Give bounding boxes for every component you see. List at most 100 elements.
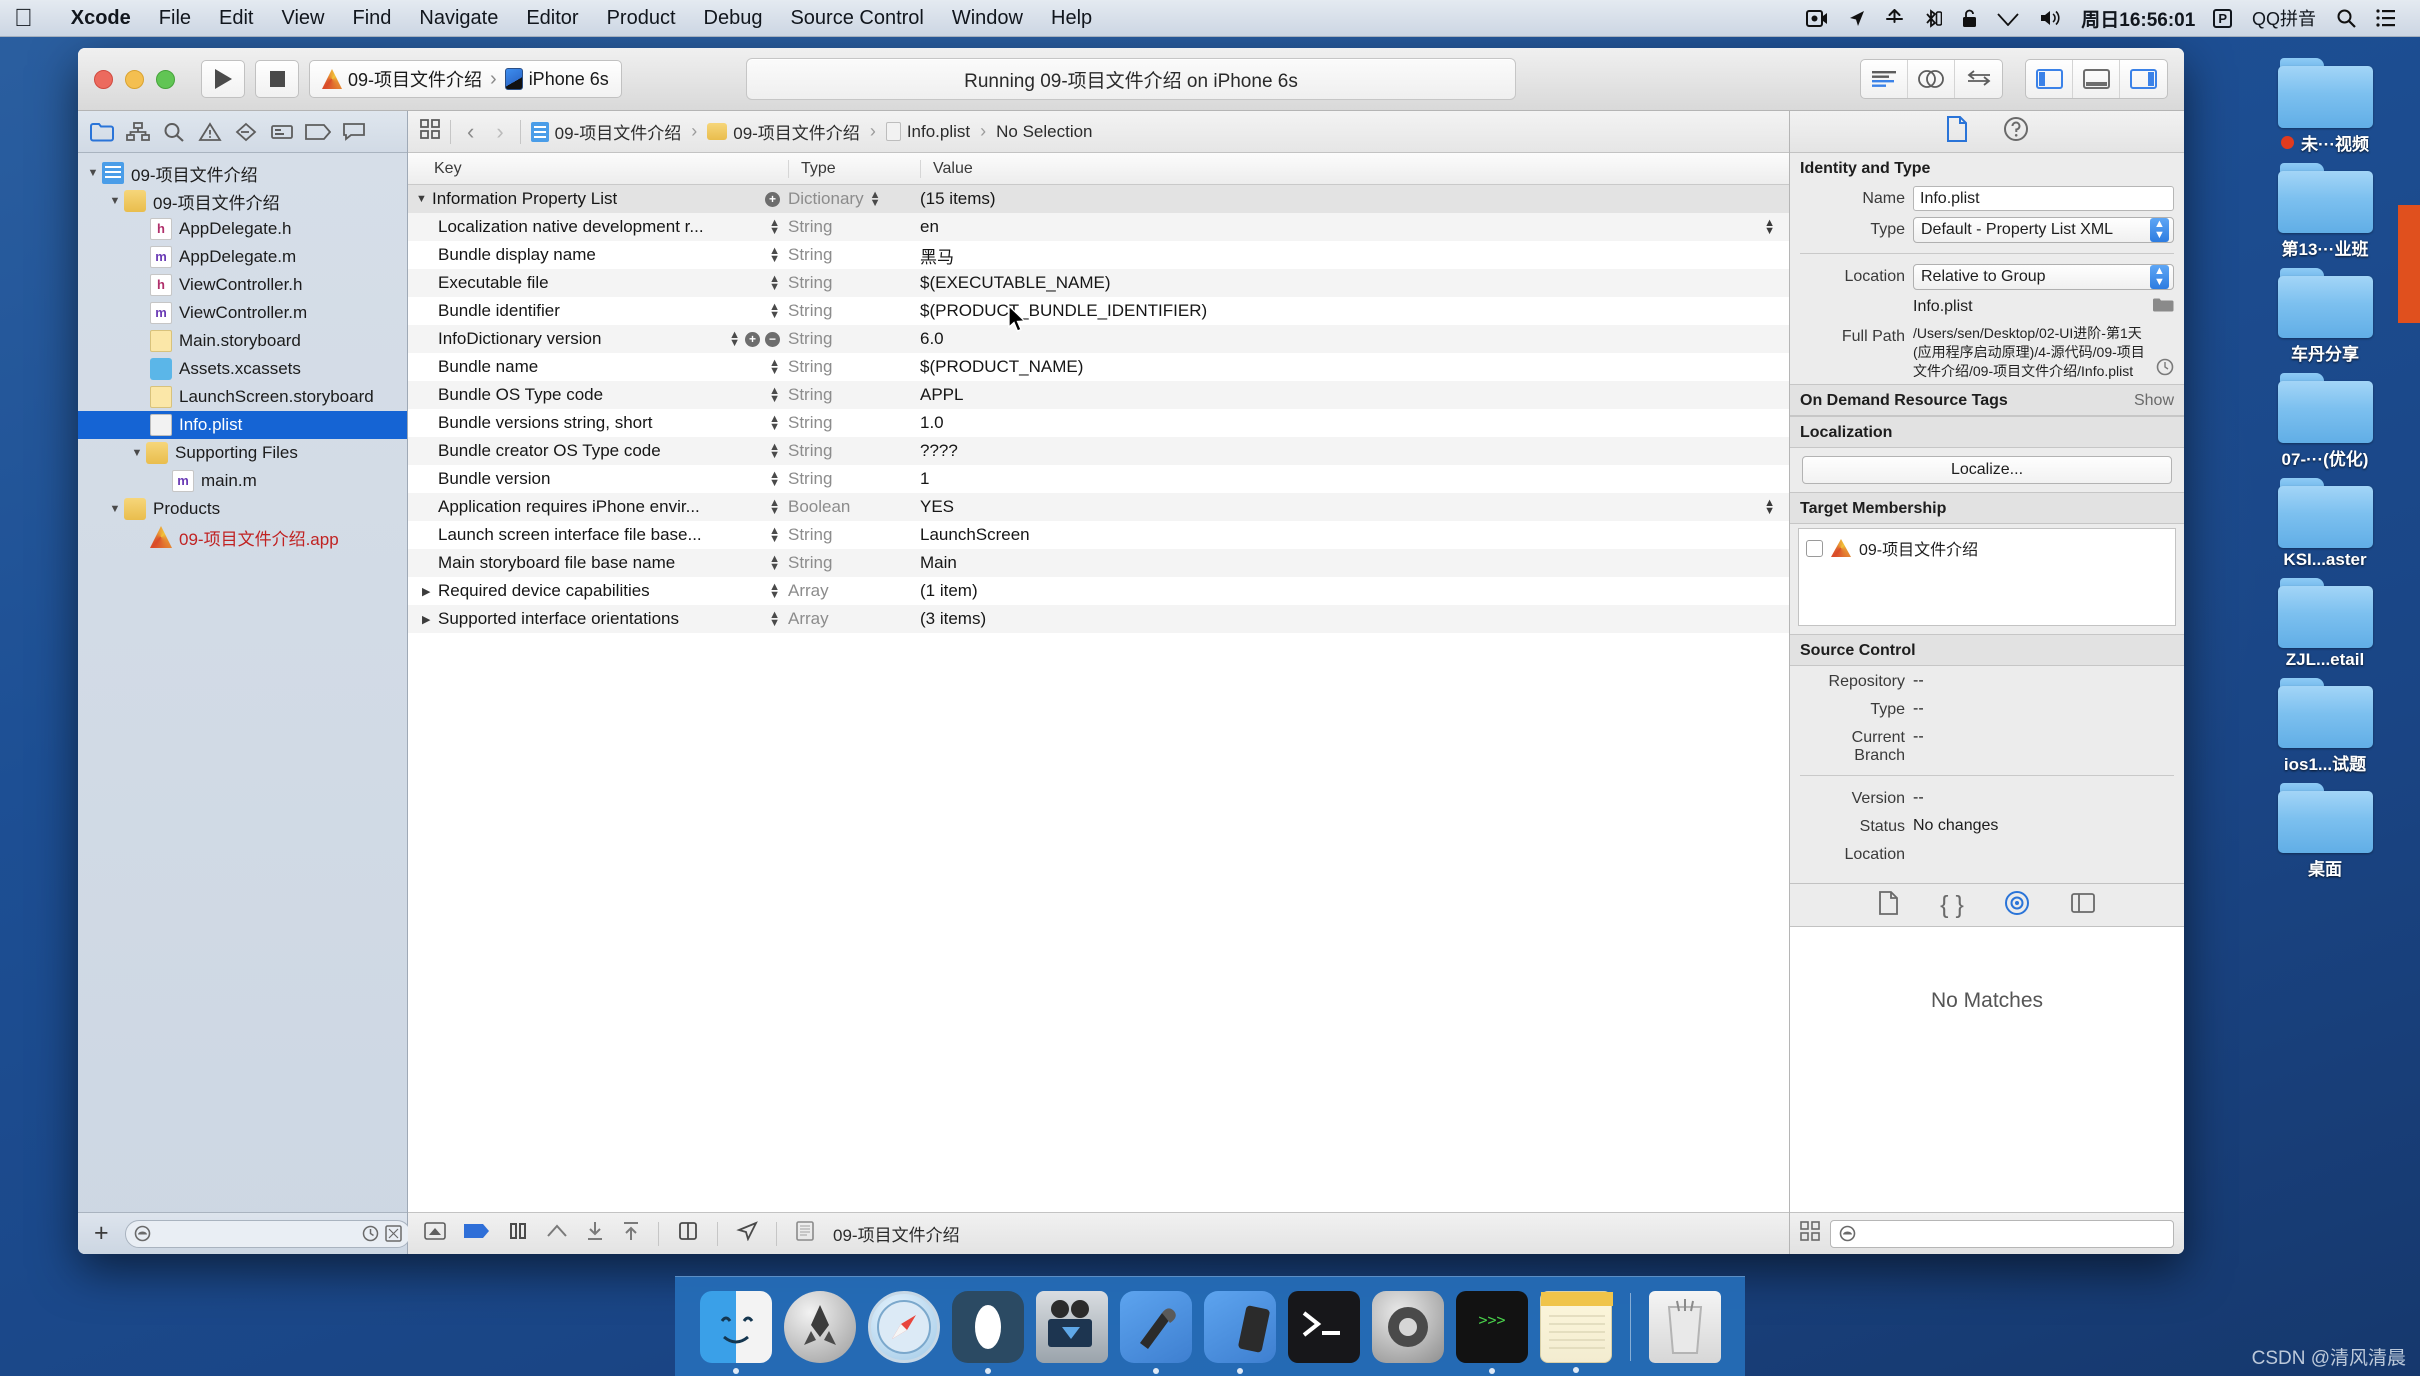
launchpad-icon[interactable] (783, 1290, 856, 1363)
plist-value-cell[interactable]: Main (920, 553, 1789, 573)
plist-value-cell[interactable]: (1 item) (920, 581, 1789, 601)
tree-item-appdelegate-h[interactable]: h AppDelegate.h (78, 215, 407, 243)
plist-key-cell[interactable]: Launch screen interface file base... ▲ ▼ (408, 525, 788, 545)
plist-row[interactable]: Bundle versions string, short ▲ ▼ String 1… (408, 409, 1789, 437)
target-checkbox[interactable] (1806, 539, 1823, 557)
plist-value-cell[interactable]: (15 items) (920, 189, 1789, 209)
plist-type-cell[interactable]: String (788, 217, 920, 237)
xcode-icon[interactable] (1119, 1290, 1192, 1374)
library-filter-field[interactable] (1830, 1219, 2174, 1248)
plist-type-cell[interactable]: String (788, 273, 920, 293)
breadcrumb-file[interactable]: Info.plist (885, 122, 970, 142)
plist-row[interactable]: Localization native development r... ▲ ▼ S… (408, 213, 1789, 241)
plist-key-cell[interactable]: InfoDictionary version ▲ ▼ + − (408, 329, 788, 349)
plist-type-cell[interactable]: String (788, 441, 920, 461)
step-into-icon[interactable] (586, 1221, 604, 1246)
plist-row[interactable]: Application requires iPhone envir... ▲ ▼ B… (408, 493, 1789, 521)
reveal-in-finder-icon[interactable] (2156, 358, 2174, 381)
target-membership-row[interactable]: 09-项目文件介绍 (1806, 536, 2168, 560)
menu-item-file[interactable]: File (145, 7, 205, 30)
reorder-stepper-icon[interactable]: ▲ ▼ (769, 582, 780, 601)
reorder-stepper-icon[interactable]: ▲ ▼ (769, 386, 780, 405)
terminal-icon[interactable] (1287, 1290, 1360, 1363)
desktop-folder[interactable]: 07-···(优化) (2277, 371, 2373, 470)
standard-editor-icon[interactable] (1861, 60, 1908, 98)
plist-key-cell[interactable]: Bundle version ▲ ▼ (408, 469, 788, 489)
plist-type-cell[interactable]: String (788, 469, 920, 489)
navigator-filter-field[interactable] (124, 1219, 411, 1248)
plist-value-cell[interactable]: 1 (920, 469, 1789, 489)
system-preferences-icon[interactable] (1371, 1290, 1444, 1363)
tree-item-supporting-files[interactable]: ▼ Supporting Files (78, 439, 407, 467)
plist-row[interactable]: Bundle name ▲ ▼ String $(PRODUCT_NAME) (408, 353, 1789, 381)
plist-row[interactable]: Bundle identifier ▲ ▼ String $(PRODUCT_BUN… (408, 297, 1789, 325)
twisty-icon[interactable]: ▼ (416, 193, 432, 205)
test-navigator-icon[interactable] (228, 115, 264, 149)
recent-files-icon[interactable] (362, 1225, 379, 1242)
twisty-icon[interactable]: ▼ (106, 195, 124, 207)
plist-key-cell[interactable]: Bundle creator OS Type code ▲ ▼ (408, 441, 788, 461)
plist-value-cell[interactable]: en ▲ ▼ (920, 217, 1789, 237)
location-arrow-icon[interactable] (1838, 10, 1875, 27)
plist-key-cell[interactable]: Bundle display name ▲ ▼ (408, 245, 788, 265)
reorder-stepper-icon[interactable]: ▲ ▼ (769, 414, 780, 433)
report-navigator-icon[interactable] (336, 115, 372, 149)
file-template-library-icon[interactable] (1878, 890, 1900, 920)
location-select[interactable]: Relative to Group ▲ ▼ (1913, 264, 2174, 290)
reorder-stepper-icon[interactable]: ▲ ▼ (769, 218, 780, 237)
plist-value-cell[interactable]: $(EXECUTABLE_NAME) (920, 273, 1789, 293)
show-debug-area-icon[interactable] (424, 1221, 446, 1246)
quick-help-icon[interactable] (2003, 116, 2029, 147)
odr-show-button[interactable]: Show (2134, 392, 2174, 410)
plist-key-cell[interactable]: ▼ Information Property List + (408, 189, 788, 209)
plist-key-cell[interactable]: Application requires iPhone envir... ▲ ▼ (408, 497, 788, 517)
file-type-select[interactable]: Default - Property List XML ▲ ▼ (1913, 217, 2174, 243)
desktop-folder[interactable]: ios1...试题 (2277, 676, 2373, 775)
tree-item-app-product[interactable]: 09-项目文件介绍.app (78, 523, 407, 551)
tree-item-main-m[interactable]: m main.m (78, 467, 407, 495)
tree-item-main-storyboard[interactable]: Main.storyboard (78, 327, 407, 355)
menu-item-view[interactable]: View (267, 7, 338, 30)
notes-icon[interactable] (1539, 1290, 1613, 1373)
zoom-button[interactable] (156, 69, 175, 89)
plist-key-cell[interactable]: Bundle versions string, short ▲ ▼ (408, 413, 788, 433)
tree-item-products[interactable]: ▼ Products (78, 495, 407, 523)
reorder-stepper-icon[interactable]: ▲ ▼ (769, 274, 780, 293)
plist-key-cell[interactable]: Bundle name ▲ ▼ (408, 357, 788, 377)
plist-value-cell[interactable]: LaunchScreen (920, 525, 1789, 545)
plist-type-cell[interactable]: String (788, 245, 920, 265)
symbol-navigator-icon[interactable] (120, 115, 156, 149)
column-header-key[interactable]: Key (408, 160, 788, 178)
tree-item-group[interactable]: ▼ 09-项目文件介绍 (78, 187, 407, 215)
navigate-back-button[interactable]: ‹ (461, 119, 480, 145)
column-header-type[interactable]: Type (788, 159, 920, 178)
pause-icon[interactable] (508, 1222, 528, 1245)
plist-type-cell[interactable]: String (788, 553, 920, 573)
plist-type-cell[interactable]: String (788, 525, 920, 545)
source-control-filter-icon[interactable] (384, 1225, 402, 1242)
plist-type-cell[interactable]: String (788, 301, 920, 321)
reorder-stepper-icon[interactable]: ▲ ▼ (769, 498, 780, 517)
plist-type-cell[interactable]: String (788, 329, 920, 349)
desktop-folder[interactable]: 桌面 (2277, 781, 2373, 880)
reorder-stepper-icon[interactable]: ▲ ▼ (729, 330, 740, 349)
parallels-icon[interactable]: P (2203, 8, 2242, 28)
trash-icon[interactable] (1648, 1290, 1721, 1363)
plist-value-cell[interactable]: APPL (920, 385, 1789, 405)
desktop-folder[interactable]: KSI...aster (2277, 476, 2373, 570)
plist-type-cell[interactable]: Array (788, 609, 920, 629)
plist-row[interactable]: Bundle OS Type code ▲ ▼ String APPL (408, 381, 1789, 409)
file-inspector-icon[interactable] (1945, 116, 1969, 147)
menu-item-editor[interactable]: Editor (512, 7, 592, 30)
menu-item-edit[interactable]: Edit (205, 7, 267, 30)
menu-item-product[interactable]: Product (593, 7, 690, 30)
twisty-icon[interactable]: ▼ (128, 447, 146, 459)
debug-navigator-icon[interactable] (264, 115, 300, 149)
dash-icon[interactable] (951, 1290, 1024, 1374)
code-snippet-library-icon[interactable]: { } (1940, 892, 1964, 918)
plist-value-cell[interactable]: YES ▲ ▼ (920, 497, 1789, 517)
plist-key-cell[interactable]: Executable file ▲ ▼ (408, 273, 788, 293)
plist-row[interactable]: Bundle version ▲ ▼ String 1 (408, 465, 1789, 493)
process-icon[interactable] (795, 1221, 815, 1246)
plist-value-cell[interactable]: 1.0 (920, 413, 1789, 433)
